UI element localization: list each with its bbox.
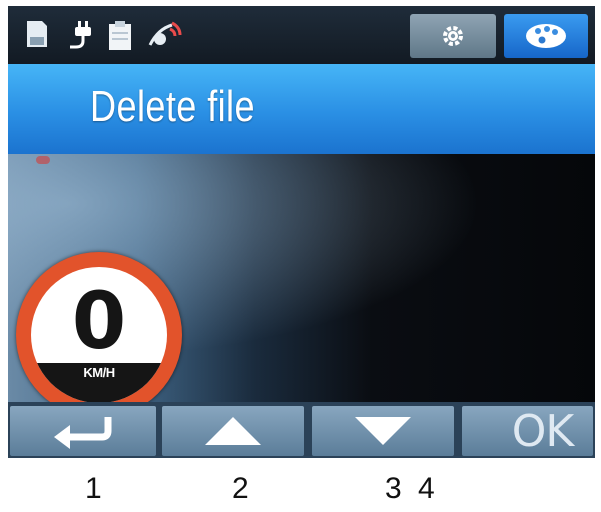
button-number-3: 3 <box>385 472 402 505</box>
speed-value: 0 <box>71 277 127 367</box>
softkey-bar: OK <box>8 402 595 458</box>
ok-button[interactable]: OK <box>462 405 593 457</box>
button-number-4: 4 <box>418 472 435 505</box>
speedometer: 0 KM/H <box>16 252 182 418</box>
down-button[interactable] <box>312 406 454 456</box>
settings-mode-button[interactable] <box>410 14 496 58</box>
up-button[interactable] <box>162 406 304 456</box>
page-title: Delete file <box>90 82 255 131</box>
speed-unit: KM/H <box>83 365 115 380</box>
status-bar <box>8 6 595 64</box>
gear-icon <box>443 26 463 46</box>
palette-mode-button[interactable] <box>504 14 588 58</box>
palette-icon <box>526 24 566 48</box>
sd-card-icon <box>27 21 47 47</box>
gps-satellite-icon <box>148 21 182 46</box>
power-plug-icon <box>70 21 91 49</box>
triangle-down-icon <box>355 417 411 445</box>
return-arrow-icon <box>54 417 112 449</box>
preview-dot <box>36 156 50 164</box>
title-bar: Delete file <box>8 64 595 154</box>
back-button[interactable] <box>10 406 156 456</box>
camera-screen: Delete file 0 KM/H OK <box>8 6 595 458</box>
speedometer-face: 0 KM/H <box>31 267 167 403</box>
button-number-1: 1 <box>85 472 102 505</box>
triangle-up-icon <box>205 417 261 445</box>
ok-label: OK <box>511 405 574 457</box>
clipboard-icon <box>109 21 131 50</box>
button-number-2: 2 <box>232 472 249 505</box>
